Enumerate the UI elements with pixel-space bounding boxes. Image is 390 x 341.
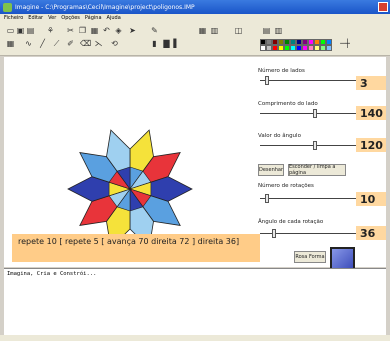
slider-label-rotations: Número de rotações [258,183,314,189]
toolbar: ▭ ▣ ▤ ⚘ ✂ ❐ ▦ ↶ ◈ ➤ ✎ ▦ ▥ ◫ ▤ ▥ ▦ ∿ ╱ ⟋ … [0,22,390,56]
color-palette[interactable] [260,39,332,51]
menu-page[interactable]: Página [85,15,102,21]
arrow-icon[interactable]: ➤ [128,26,137,35]
panel-icon[interactable]: ▦ [6,39,15,48]
menu-bar: Ficheiro Editar Ver Opções Página Ajuda [0,14,390,22]
command-text: repete 10 [ repete 5 [ avança 70 direita… [12,234,260,262]
slider-thumb-rotations[interactable] [264,194,269,203]
command-area-text: Imagina, Cria e Constrói... [7,271,97,277]
clear-button[interactable]: Esconder / limpa a página [288,164,346,176]
paste-icon[interactable]: ▦ [90,26,99,35]
menu-help[interactable]: Ajuda [107,15,121,21]
menu-file[interactable]: Ficheiro [4,15,23,21]
slider-thumb-length[interactable] [312,109,317,118]
cut-icon[interactable]: ✂ [66,26,75,35]
slider-label-length: Comprimento do lado [258,101,318,107]
command-area[interactable]: Imagina, Cria e Constrói... [4,268,386,336]
slider-tool-icon[interactable]: ─┼ [338,39,352,48]
app-icon [3,2,12,12]
status-bar [0,335,390,341]
slider-label-rotation-angle: Ângulo de cada rotação [258,219,324,225]
undo-icon[interactable]: ↶ [102,26,111,35]
pen-icon[interactable]: ✎ [150,26,159,35]
slider-thumb-angle[interactable] [312,141,317,150]
save-icon[interactable]: ▣ [16,26,25,35]
app-window: Imagine - C:\Programas\Cecil\Imagine\pro… [0,0,390,341]
slider-track-rotations[interactable] [260,198,360,199]
brush-icon[interactable]: ✐ [66,39,75,48]
layout-icon[interactable]: ▤ [262,26,271,35]
fill-icon[interactable]: ▇ [162,39,171,48]
slider-thumb-rotation-angle[interactable] [271,229,276,238]
copy-icon[interactable]: ❐ [78,26,87,35]
slider-track-length[interactable] [260,113,360,114]
bars-icon[interactable]: ▌ [172,39,181,48]
slider-thumb-sides[interactable] [264,76,269,85]
slider-label-sides: Número de lados [258,68,305,74]
value-angle: 120 [356,138,386,152]
page-icon[interactable]: ▥ [210,26,219,35]
eraser-icon[interactable]: ⌫ [80,39,91,48]
grid-icon[interactable]: ▦ [198,26,207,35]
split-icon[interactable]: ▥ [274,26,283,35]
new-icon[interactable]: ▭ [6,26,15,35]
close-button[interactable] [378,2,388,12]
value-rotations: 10 [356,192,386,206]
rotate-icon[interactable]: ⟲ [110,39,119,48]
menu-options[interactable]: Opções [61,15,80,21]
value-rotation-angle: 36 [356,226,386,240]
value-length: 140 [356,106,386,120]
shape-button[interactable]: Rosa Forma [294,251,326,263]
menu-edit[interactable]: Editar [28,15,43,21]
slider-track-sides[interactable] [260,80,360,81]
pen-width-icon[interactable]: ▮ [150,39,159,48]
line-icon[interactable]: ╱ [38,39,47,48]
turtle-icon[interactable]: ⚘ [46,26,55,35]
draw-button[interactable]: Desenhar [258,164,284,176]
curve-icon[interactable]: ∿ [24,39,33,48]
polyline-icon[interactable]: ⟋ [52,39,61,48]
title-bar: Imagine - C:\Programas\Cecil\Imagine\pro… [0,0,390,14]
value-sides: 3 [356,76,386,90]
open-icon[interactable]: ▤ [26,26,35,35]
shear-icon[interactable]: ⋋ [94,39,103,48]
window-title: Imagine - C:\Programas\Cecil\Imagine\pro… [15,3,195,11]
menu-view[interactable]: Ver [48,15,56,21]
shape-icon[interactable]: ◈ [114,26,123,35]
slider-label-angle: Valor do ângulo [258,133,301,139]
slider-track-angle[interactable] [260,145,360,146]
view-icon[interactable]: ◫ [234,26,243,35]
